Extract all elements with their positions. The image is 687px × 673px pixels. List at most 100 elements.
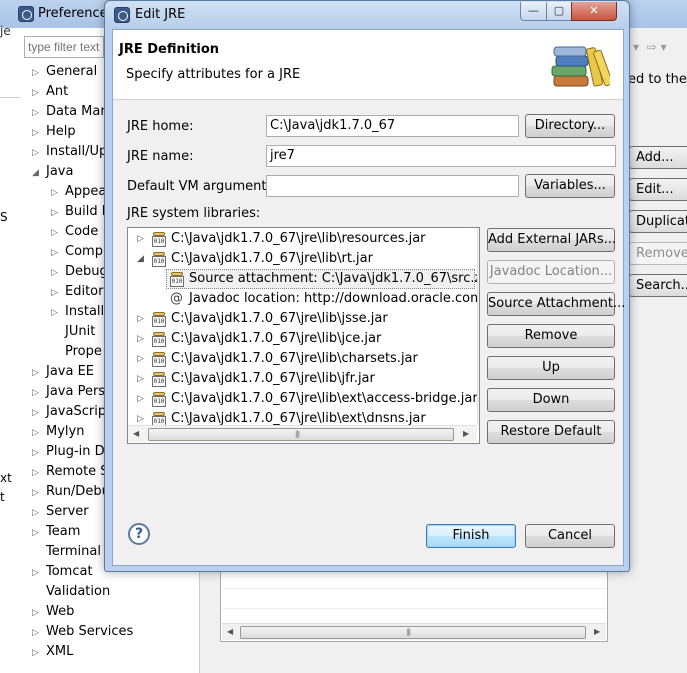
expand-arrow-icon[interactable]: ▷ — [32, 363, 46, 383]
expanded-arrow-icon[interactable]: ◢ — [137, 249, 149, 269]
tree-item[interactable]: ▷ Web Services — [32, 622, 133, 642]
library-row[interactable]: ▷ 010 C:\Java\jdk1.7.0_67\jre\lib\jsse.jar — [128, 309, 477, 329]
search-jre-button[interactable]: Search... — [629, 274, 687, 297]
tree-item[interactable]: ▷ Installe — [51, 302, 112, 322]
tree-item[interactable]: ▷ Comp — [51, 242, 103, 262]
filter-input[interactable] — [24, 36, 104, 58]
library-row[interactable]: ◢ 010 C:\Java\jdk1.7.0_67\jre\lib\rt.jar — [128, 249, 477, 269]
expand-arrow-icon[interactable]: ▷ — [32, 643, 46, 662]
scroll-left-icon[interactable]: ◀ — [133, 429, 139, 438]
expand-arrow-icon[interactable]: ▷ — [32, 623, 46, 643]
tree-item[interactable]: ▷ Help — [32, 122, 76, 142]
tree-item[interactable]: ▷ Appea — [51, 182, 106, 202]
forward-arrow-icon[interactable]: ⇨ — [647, 40, 657, 54]
tree-item[interactable]: ▷ Team — [32, 522, 80, 542]
jre-table-hscrollbar[interactable]: ◀ ||| ▶ — [222, 623, 606, 640]
tree-item[interactable]: JUnit — [51, 322, 95, 342]
javadoc-location-button[interactable]: Javadoc Location... — [487, 260, 615, 284]
tree-item[interactable]: ▷ Web — [32, 602, 74, 622]
expand-arrow-icon[interactable]: ▷ — [32, 463, 46, 483]
tree-item[interactable]: ▷ XML — [32, 642, 73, 662]
add-jre-button[interactable]: Add... — [629, 146, 687, 169]
library-row[interactable]: ▷ 010 C:\Java\jdk1.7.0_67\jre\lib\charsets… — [128, 349, 477, 369]
expand-arrow-icon[interactable]: ▷ — [32, 603, 46, 623]
tree-item[interactable]: ▷ Code — [51, 222, 98, 242]
tree-item[interactable]: ▷ Tomcat — [32, 562, 93, 582]
expand-arrow-icon[interactable]: ▷ — [51, 283, 65, 303]
expand-arrow-icon[interactable]: ▷ — [32, 383, 46, 403]
expand-arrow-icon[interactable]: ▷ — [51, 203, 65, 223]
expand-arrow-icon[interactable]: ▷ — [32, 503, 46, 523]
edit-jre-button[interactable]: Edit... — [629, 178, 687, 201]
expand-arrow-icon[interactable]: ▷ — [51, 243, 65, 263]
expand-arrow-icon[interactable]: ▷ — [51, 263, 65, 283]
expand-arrow-icon[interactable]: ▷ — [32, 443, 46, 463]
tree-item[interactable]: ▷ Server — [32, 502, 89, 522]
jre-name-field[interactable]: jre7 — [266, 145, 616, 167]
expand-arrow-icon[interactable]: ▷ — [32, 403, 46, 423]
expand-arrow-icon[interactable]: ▷ — [137, 369, 149, 389]
expand-arrow-icon[interactable]: ▷ — [32, 563, 46, 583]
tree-item[interactable]: ▷ Install/Up — [32, 142, 107, 162]
scroll-thumb[interactable]: ||| — [148, 428, 454, 441]
duplicate-jre-button[interactable]: Duplicate... — [629, 210, 687, 233]
maximize-button[interactable]: ▢ — [546, 2, 572, 21]
expand-arrow-icon[interactable]: ▷ — [32, 103, 46, 123]
restore-default-button[interactable]: Restore Default — [487, 420, 615, 444]
minimize-button[interactable]: — — [520, 2, 547, 21]
scroll-left-icon[interactable]: ◀ — [227, 627, 233, 636]
tree-item[interactable]: ▷ Java EE — [32, 362, 94, 382]
scroll-right-icon[interactable]: ▶ — [594, 627, 600, 636]
tree-item[interactable]: Validation — [32, 582, 110, 602]
expand-arrow-icon[interactable]: ▷ — [137, 229, 149, 249]
directory-button[interactable]: Directory... — [525, 114, 615, 138]
tree-item[interactable]: ▷ Remote S — [32, 462, 109, 482]
tree-item[interactable]: Terminal — [32, 542, 101, 562]
tree-item[interactable]: ▷ General — [32, 62, 97, 82]
cancel-button[interactable]: Cancel — [525, 524, 615, 548]
scroll-right-icon[interactable]: ▶ — [463, 429, 469, 438]
scroll-thumb[interactable]: ||| — [240, 626, 586, 639]
expand-arrow-icon[interactable]: ▷ — [32, 123, 46, 143]
tree-item[interactable]: ▷ Build P — [51, 202, 110, 222]
library-row[interactable]: ▷ 010 C:\Java\jdk1.7.0_67\jre\lib\jfr.jar — [128, 369, 477, 389]
expand-arrow-icon[interactable]: ▷ — [51, 303, 65, 323]
expand-arrow-icon[interactable]: ▷ — [51, 223, 65, 243]
tree-item[interactable]: ▷ Mylyn — [32, 422, 84, 442]
tree-item[interactable]: ▷ Ant — [32, 82, 68, 102]
variables-button[interactable]: Variables... — [525, 174, 615, 198]
tree-item[interactable]: ▷ Plug-in De — [32, 442, 113, 462]
tree-item[interactable]: ▷ Data Man — [32, 102, 109, 122]
expand-arrow-icon[interactable]: ▷ — [51, 183, 65, 203]
tree-item[interactable]: Prope — [51, 342, 102, 362]
expand-arrow-icon[interactable]: ▷ — [137, 329, 149, 349]
expand-arrow-icon[interactable]: ▷ — [137, 349, 149, 369]
expand-arrow-icon[interactable]: ▷ — [32, 423, 46, 443]
dropdown-icon[interactable]: ▾ — [633, 40, 639, 54]
move-down-button[interactable]: Down — [487, 388, 615, 412]
remove-jre-button[interactable]: Remove — [629, 242, 687, 265]
expand-arrow-icon[interactable]: ▷ — [137, 389, 149, 409]
move-up-button[interactable]: Up — [487, 356, 615, 380]
library-row[interactable]: ▷ 010 C:\Java\jdk1.7.0_67\jre\lib\resource… — [128, 229, 477, 249]
remove-library-button[interactable]: Remove — [487, 324, 615, 348]
expand-arrow-icon[interactable]: ▷ — [32, 483, 46, 503]
library-row[interactable]: ▷ 010 C:\Java\jdk1.7.0_67\jre\lib\jce.jar — [128, 329, 477, 349]
expand-arrow-icon[interactable]: ▷ — [32, 83, 46, 103]
library-row[interactable]: @ Javadoc location: http://download.oracl… — [128, 289, 479, 309]
expand-arrow-icon[interactable]: ▷ — [32, 143, 46, 163]
expand-arrow-icon[interactable]: ▷ — [32, 63, 46, 83]
library-row[interactable]: ▷ 010 C:\Java\jdk1.7.0_67\jre\lib\ext\acce… — [128, 389, 478, 409]
expand-arrow-icon[interactable]: ▷ — [32, 523, 46, 543]
tree-item[interactable]: ◢ Java — [32, 162, 73, 182]
nav-arrows[interactable]: ▾ ⇨ ▾ — [633, 40, 667, 54]
libraries-hscrollbar[interactable]: ◀ ||| ▶ — [128, 425, 477, 442]
tree-item[interactable]: ▷ JavaScrip — [32, 402, 106, 422]
tree-item[interactable]: ▷ Run/Debu — [32, 482, 110, 502]
finish-button[interactable]: Finish — [426, 524, 516, 548]
vm-args-field[interactable] — [266, 175, 519, 197]
expand-arrow-icon[interactable]: ▷ — [137, 309, 149, 329]
tree-item[interactable]: ▷ Debug — [51, 262, 108, 282]
jre-home-field[interactable]: C:\Java\jdk1.7.0_67 — [266, 115, 519, 137]
source-attachment-button[interactable]: Source Attachment... — [487, 292, 625, 316]
